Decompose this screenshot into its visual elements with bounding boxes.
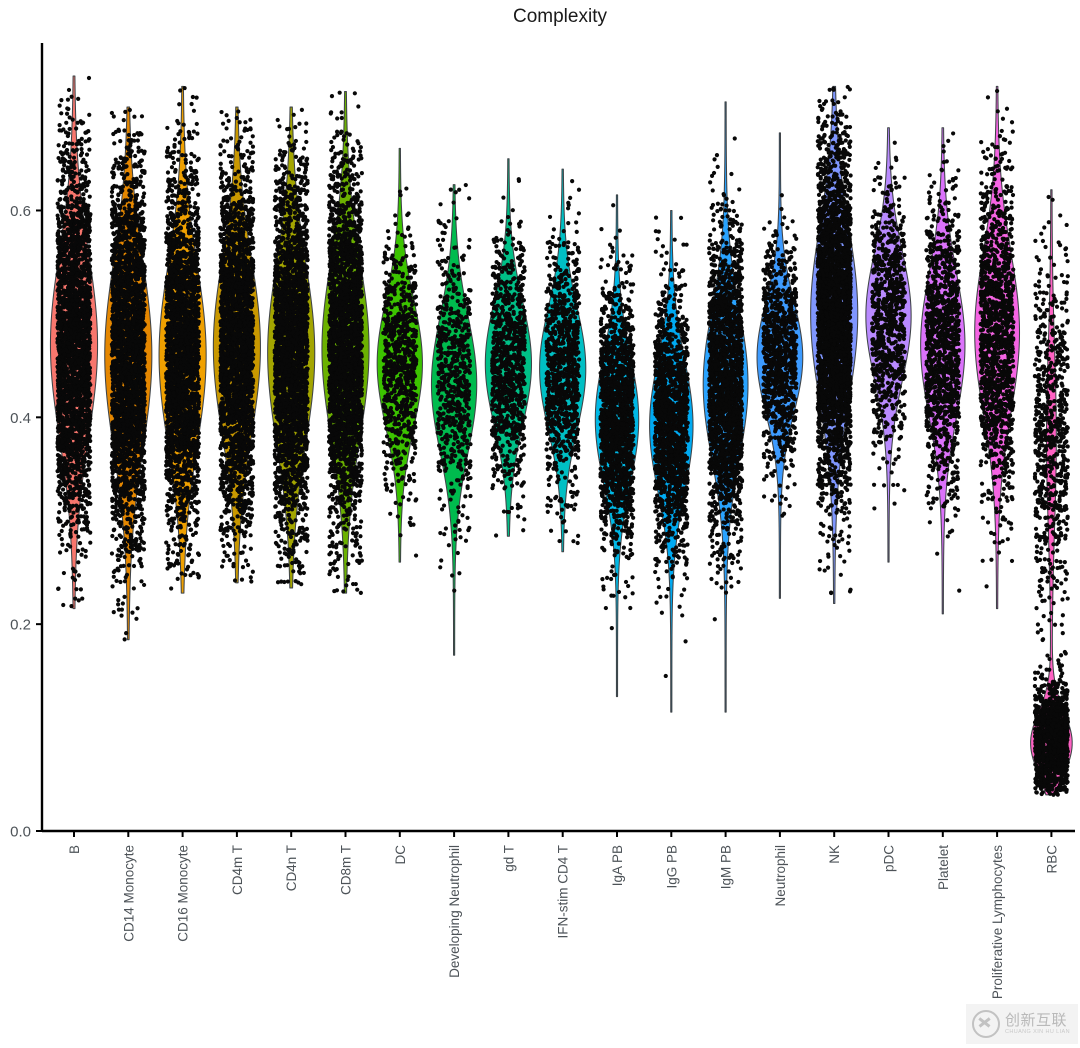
watermark-texts: 创新互联 CHUANG XIN HU LIAN (1005, 1013, 1070, 1036)
x-tick-label-platelet: Platelet (936, 845, 951, 890)
x-tick-label-neutrophil: Neutrophil (773, 845, 788, 907)
y-tick-label: 0.0 (10, 824, 31, 841)
x-tick-label-cd4m-t: CD4m T (230, 845, 245, 895)
x-tick-label-developing-neutrophil: Developing Neutrophil (447, 845, 462, 978)
x-tick-label-ifn-stim-cd4-t: IFN-stim CD4 T (556, 845, 571, 939)
x-tick-label-b: B (67, 845, 82, 854)
x-tick-label-igg-pb: IgG PB (664, 845, 679, 889)
chart-canvas: Complexity 0.0 0.2 0.4 0.6 B CD14 Monocyte CD… (0, 0, 1080, 1048)
x-tick-label-igm-pb: IgM PB (719, 845, 734, 889)
page-title: Complexity (513, 6, 607, 27)
violin-plot-figure: Complexity 0.0 0.2 0.4 0.6 B CD14 Monocyte CD… (0, 0, 1080, 1048)
x-tick-label-cd16-monocyte: CD16 Monocyte (176, 845, 191, 942)
watermark: 创新互联 CHUANG XIN HU LIAN (966, 1004, 1078, 1044)
x-tick-label-cd4n-t: CD4n T (284, 845, 299, 891)
y-tick-label: 0.2 (10, 617, 31, 634)
circled-x-logo (972, 1010, 1000, 1038)
x-tick-label-iga-pb: IgA PB (610, 845, 625, 886)
x-tick-label-rbc: RBC (1044, 845, 1059, 874)
y-tick-label: 0.4 (10, 410, 31, 427)
x-tick-label-pdc: pDC (882, 845, 897, 872)
y-tick-label: 0.6 (10, 203, 31, 220)
x-tick-label-nk: NK (827, 845, 842, 864)
x-tick-label-gd-t: gd T (501, 845, 516, 872)
watermark-cn-text: 创新互联 (1005, 1013, 1070, 1028)
x-tick-label-dc: DC (393, 845, 408, 865)
watermark-en-text: CHUANG XIN HU LIAN (1005, 1030, 1070, 1036)
x-tick-label-cd14-monocyte: CD14 Monocyte (121, 845, 136, 942)
plot-background (0, 0, 1080, 1048)
x-tick-label-proliferative-lymphocytes: Proliferative Lymphocytes (990, 845, 1005, 999)
x-tick-label-cd8m-t: CD8m T (339, 845, 354, 895)
